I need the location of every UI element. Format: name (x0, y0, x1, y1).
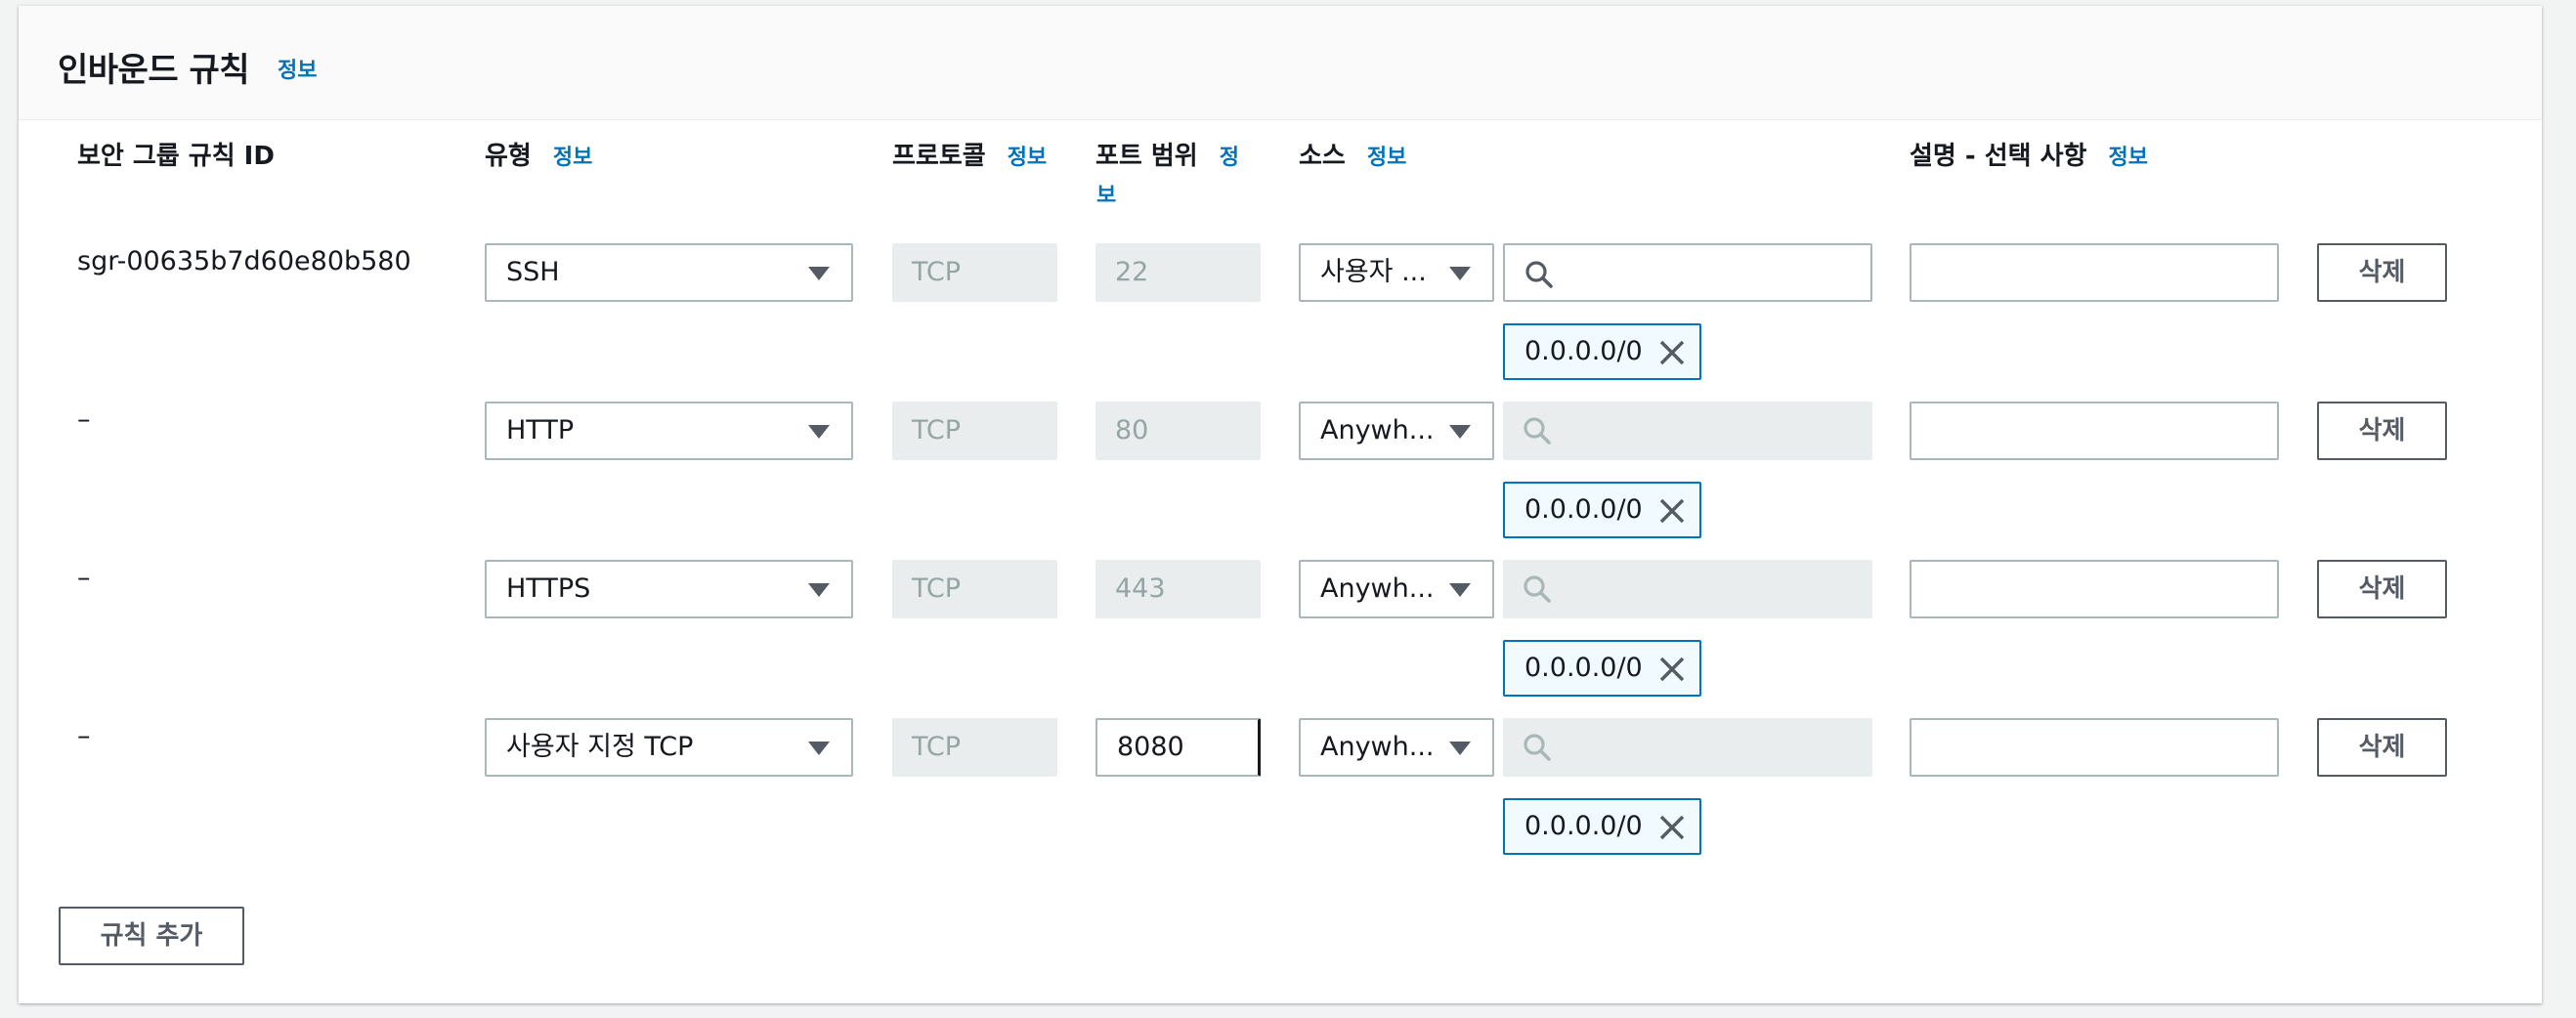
caret-down-icon (1449, 267, 1471, 280)
cidr-token-label: 0.0.0.0/0 (1524, 811, 1643, 841)
port-range-info-link[interactable]: 정 (1220, 146, 1239, 170)
column-header-description-label: 설명 - 선택 사항 (1910, 142, 2087, 171)
protocol-field: TCP (892, 560, 1057, 618)
port-range-field: 22 (1095, 243, 1261, 302)
caret-down-icon (808, 742, 830, 755)
column-header-protocol-label: 프로토콜 (892, 142, 986, 171)
delete-rule-button[interactable]: 삭제 (2317, 718, 2447, 777)
caret-down-icon (1449, 583, 1471, 597)
source-cidr-search-input (1503, 402, 1872, 460)
panel-title: 인바운드 규칙 (58, 51, 250, 90)
column-header-protocol: 프로토콜 정보 (892, 136, 1047, 172)
type-select-value: SSH (506, 257, 560, 287)
panel-header: 인바운드 규칙 정보 (19, 6, 2542, 120)
port-range-input[interactable]: 8080 (1095, 718, 1261, 777)
column-header-rule-id: 보안 그룹 규칙 ID (77, 142, 275, 171)
rule-id: sgr-00635b7d60e80b580 (77, 246, 411, 276)
protocol-field: TCP (892, 243, 1057, 302)
description-input[interactable] (1910, 718, 2279, 777)
cidr-token-label: 0.0.0.0/0 (1524, 336, 1643, 366)
protocol-field: TCP (892, 402, 1057, 460)
column-header-source-label: 소스 (1299, 142, 1346, 171)
type-select[interactable]: SSH (485, 243, 853, 302)
add-rule-button[interactable]: 규칙 추가 (59, 907, 244, 965)
type-select[interactable]: HTTPS (485, 560, 853, 618)
description-input[interactable] (1910, 402, 2279, 460)
port-range-info-link-wrap[interactable]: 보 (1096, 178, 1116, 209)
port-range-field: 443 (1095, 560, 1261, 618)
protocol-info-link[interactable]: 정보 (1008, 146, 1047, 170)
column-header-port-range-label: 포트 범위 (1095, 142, 1198, 171)
inbound-rules-panel: 인바운드 규칙 정보 보안 그룹 규칙 ID 유형 정보 프로토콜 정보 포트 범위… (19, 6, 2542, 1003)
rule-id: – (77, 563, 91, 593)
cidr-token: 0.0.0.0/0 (1503, 482, 1701, 538)
column-header-port-range: 포트 범위 정 (1095, 136, 1239, 172)
type-select-value: 사용자 지정 TCP (506, 732, 694, 762)
column-header-type: 유형 정보 (485, 136, 592, 172)
caret-down-icon (808, 267, 830, 280)
cidr-token-label: 0.0.0.0/0 (1524, 494, 1643, 525)
search-icon (1525, 261, 1553, 288)
description-input[interactable] (1910, 243, 2279, 302)
delete-rule-button[interactable]: 삭제 (2317, 402, 2447, 460)
cidr-token-label: 0.0.0.0/0 (1524, 653, 1643, 683)
description-input[interactable] (1910, 560, 2279, 618)
cidr-token: 0.0.0.0/0 (1503, 640, 1701, 697)
rule-id: – (77, 721, 91, 751)
caret-down-icon (1449, 425, 1471, 439)
search-icon (1524, 734, 1551, 761)
type-select[interactable]: HTTP (485, 402, 853, 460)
type-select-value: HTTPS (506, 573, 591, 604)
delete-rule-button[interactable]: 삭제 (2317, 560, 2447, 618)
caret-down-icon (1449, 742, 1471, 755)
close-icon[interactable] (1657, 813, 1687, 842)
column-header-source: 소스 정보 (1299, 136, 1406, 172)
type-select[interactable]: 사용자 지정 TCP (485, 718, 853, 777)
source-select-value: Anywh... (1320, 573, 1435, 604)
source-select[interactable]: Anywh... (1299, 718, 1494, 777)
source-cidr-search-input (1503, 718, 1872, 777)
caret-down-icon (808, 583, 830, 597)
source-info-link[interactable]: 정보 (1367, 146, 1406, 170)
rule-id: – (77, 404, 91, 435)
description-info-link[interactable]: 정보 (2108, 146, 2147, 170)
type-info-link[interactable]: 정보 (553, 146, 592, 170)
source-cidr-search-input (1503, 560, 1872, 618)
search-icon (1524, 417, 1551, 445)
protocol-field: TCP (892, 718, 1057, 777)
delete-rule-button[interactable]: 삭제 (2317, 243, 2447, 302)
source-select-value: Anywh... (1320, 415, 1435, 445)
source-select-value: Anywh... (1320, 732, 1435, 762)
cidr-token: 0.0.0.0/0 (1503, 323, 1701, 380)
close-icon[interactable] (1657, 655, 1687, 684)
close-icon[interactable] (1657, 496, 1687, 526)
search-icon (1524, 575, 1551, 603)
source-select[interactable]: 사용자 ... (1299, 243, 1494, 302)
source-cidr-search-input[interactable] (1503, 243, 1872, 302)
source-select-value: 사용자 ... (1320, 257, 1427, 287)
source-select[interactable]: Anywh... (1299, 560, 1494, 618)
column-header-type-label: 유형 (485, 142, 532, 171)
type-select-value: HTTP (506, 415, 575, 445)
column-header-description: 설명 - 선택 사항 정보 (1910, 136, 2148, 172)
cidr-token: 0.0.0.0/0 (1503, 798, 1701, 855)
source-select[interactable]: Anywh... (1299, 402, 1494, 460)
panel-info-link[interactable]: 정보 (278, 53, 317, 84)
caret-down-icon (808, 425, 830, 439)
port-range-field: 80 (1095, 402, 1261, 460)
close-icon[interactable] (1657, 338, 1687, 367)
